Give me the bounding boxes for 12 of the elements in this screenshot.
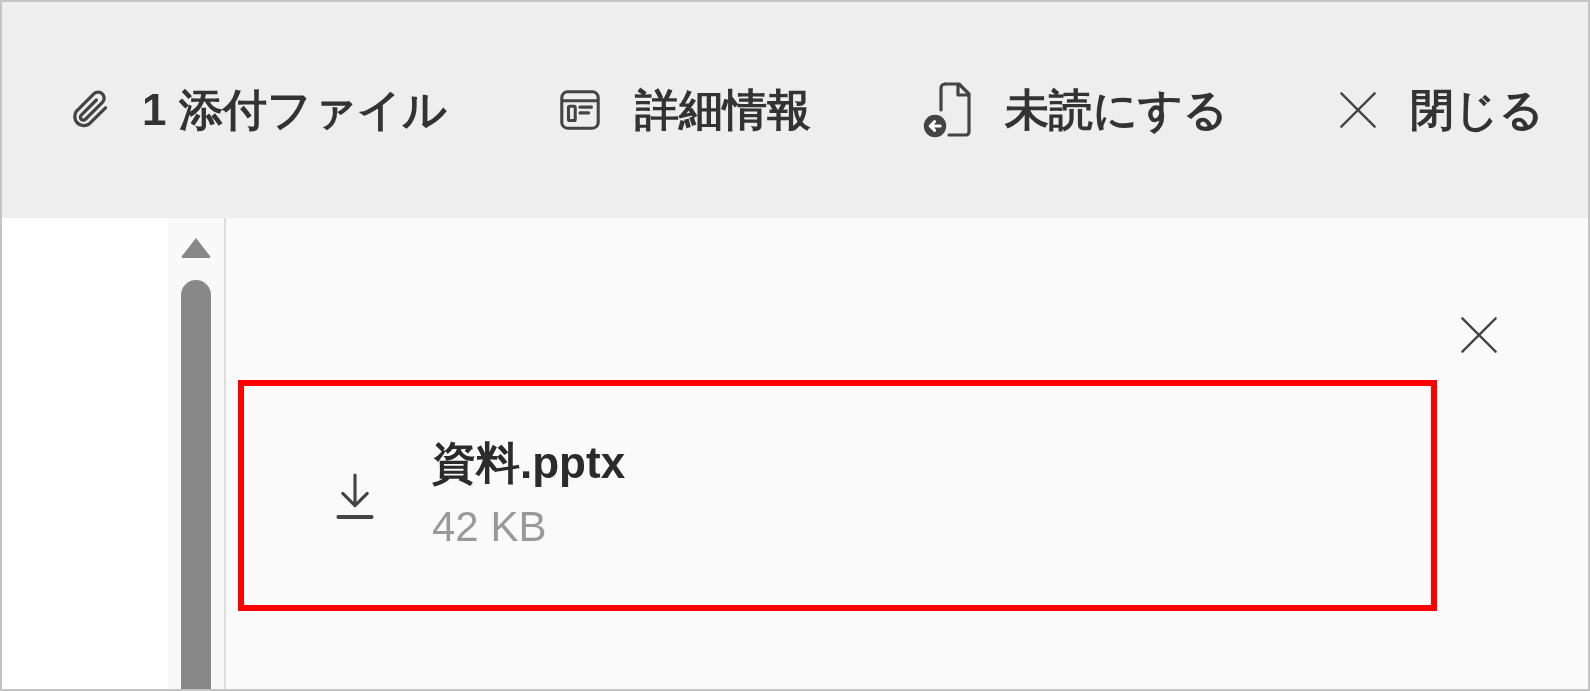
file-size: 42 KB xyxy=(432,502,548,551)
close-button[interactable]: 閉じる xyxy=(1337,88,1544,132)
file-name: 資料.pptx xyxy=(432,436,626,489)
scrollbar-thumb[interactable] xyxy=(181,280,211,689)
details-button[interactable]: 詳細情報 xyxy=(556,87,811,133)
close-icon xyxy=(1459,315,1499,355)
close-pane-button[interactable] xyxy=(1458,314,1500,356)
scroll-up-arrow-icon[interactable] xyxy=(180,236,212,260)
mark-unread-button[interactable]: 未読にする xyxy=(920,80,1228,140)
attachments-button[interactable]: 1 添付ファイル xyxy=(70,88,447,132)
close-icon xyxy=(1337,90,1378,130)
attachment-card[interactable]: 資料.pptx 42 KB xyxy=(238,380,1437,611)
